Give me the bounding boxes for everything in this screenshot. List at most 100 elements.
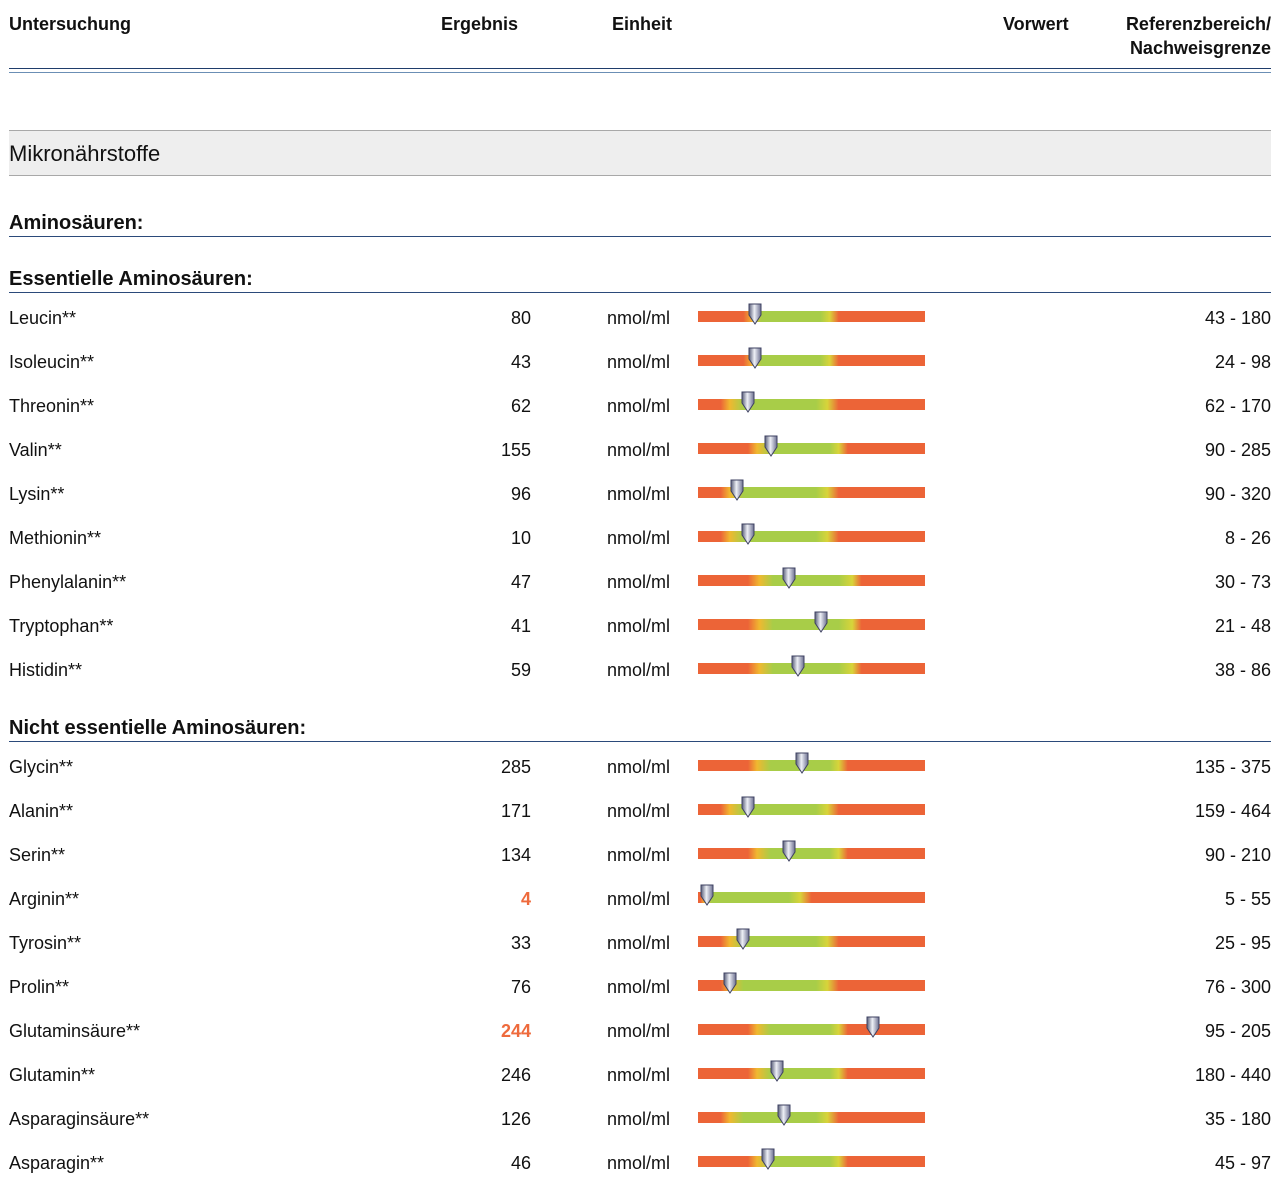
- row-unit: nmol/ml: [607, 440, 671, 460]
- reference-bar: [698, 435, 925, 457]
- row-test-name: Glutaminsäure**: [9, 1021, 141, 1041]
- row-unit: nmol/ml: [607, 757, 671, 777]
- row-test-name: Arginin**: [9, 889, 80, 909]
- header-col-ref-line1: Referenzbereich/: [1125, 14, 1271, 34]
- table-row: Histidin** 59 nmol/ml 38 - 86: [0, 651, 1281, 695]
- row-result-value: 41: [510, 616, 531, 636]
- result-marker-icon: [791, 655, 805, 677]
- row-result-value: 285: [500, 757, 531, 777]
- result-marker-icon: [741, 796, 755, 818]
- table-row: Glutaminsäure** 244 nmol/ml 95 - 205: [0, 1012, 1281, 1056]
- group-nonessential: Nicht essentielle Aminosäuren:: [9, 717, 1271, 742]
- row-reference-range: 95 - 205: [1204, 1021, 1271, 1041]
- row-test-name: Tyrosin**: [9, 933, 82, 953]
- row-test-name: Asparagin**: [9, 1153, 105, 1173]
- result-marker-icon: [748, 303, 762, 325]
- row-reference-range: 43 - 180: [1204, 308, 1271, 328]
- header-rule-secondary: [9, 72, 1271, 73]
- result-marker-icon: [777, 1104, 791, 1126]
- group-aminos: Aminosäuren:: [9, 212, 1271, 237]
- reference-bar: [698, 567, 925, 589]
- row-test-name: Valin**: [9, 440, 62, 460]
- table-row: Arginin** 4 nmol/ml 5 - 55: [0, 880, 1281, 924]
- row-test-name: Serin**: [9, 845, 66, 865]
- row-test-name: Glutamin**: [9, 1065, 96, 1085]
- reference-bar: [698, 523, 925, 545]
- row-reference-range: 8 - 26: [1224, 528, 1271, 548]
- row-result-value: 43: [510, 352, 531, 372]
- row-test-name: Histidin**: [9, 660, 83, 680]
- row-reference-range: 159 - 464: [1194, 801, 1271, 821]
- group-aminos-label: Aminosäuren:: [9, 212, 144, 234]
- row-reference-range: 45 - 97: [1214, 1153, 1271, 1173]
- group-essential-label: Essentielle Aminosäuren:: [9, 268, 253, 290]
- reference-bar: [698, 391, 925, 413]
- row-reference-range: 90 - 320: [1204, 484, 1271, 504]
- row-result-value: 96: [510, 484, 531, 504]
- reference-bar: [698, 752, 925, 774]
- row-unit: nmol/ml: [607, 977, 671, 997]
- row-result-value: 59: [510, 660, 531, 680]
- result-marker-icon: [764, 435, 778, 457]
- row-result-value: 76: [510, 977, 531, 997]
- table-row: Lysin** 96 nmol/ml 90 - 320: [0, 475, 1281, 519]
- row-test-name: Threonin**: [9, 396, 95, 416]
- row-unit: nmol/ml: [607, 308, 671, 328]
- row-test-name: Lysin**: [9, 484, 65, 504]
- section-band: Mikronährstoffe: [9, 130, 1271, 176]
- row-reference-range: 62 - 170: [1204, 396, 1271, 416]
- row-reference-range: 180 - 440: [1194, 1065, 1271, 1085]
- header-col-ref: Referenzbereich/ Nachweisgrenze: [1126, 12, 1271, 60]
- result-marker-icon: [736, 928, 750, 950]
- table-row: Tryptophan** 41 nmol/ml 21 - 48: [0, 607, 1281, 651]
- row-unit: nmol/ml: [607, 1109, 671, 1129]
- row-test-name: Leucin**: [9, 308, 77, 328]
- row-reference-range: 90 - 285: [1204, 440, 1271, 460]
- row-result-value: 155: [500, 440, 531, 460]
- row-unit: nmol/ml: [607, 484, 671, 504]
- result-marker-icon: [748, 347, 762, 369]
- reference-bar: [698, 1104, 925, 1126]
- row-result-value: 33: [510, 933, 531, 953]
- result-marker-icon: [782, 840, 796, 862]
- result-marker-icon: [741, 391, 755, 413]
- reference-bar: [698, 1060, 925, 1082]
- group-essential: Essentielle Aminosäuren:: [9, 268, 1271, 293]
- reference-bar: [698, 303, 925, 325]
- result-marker-icon: [761, 1148, 775, 1170]
- row-reference-range: 25 - 95: [1214, 933, 1271, 953]
- table-row: Glycin** 285 nmol/ml 135 - 375: [0, 748, 1281, 792]
- reference-bar: [698, 840, 925, 862]
- result-marker-icon: [730, 479, 744, 501]
- row-test-name: Prolin**: [9, 977, 70, 997]
- row-unit: nmol/ml: [607, 352, 671, 372]
- row-test-name: Methionin**: [9, 528, 102, 548]
- reference-bar: [698, 611, 925, 633]
- row-test-name: Tryptophan**: [9, 616, 114, 636]
- header-col-unit: Einheit: [612, 14, 673, 34]
- row-reference-range: 76 - 300: [1204, 977, 1271, 997]
- result-marker-icon: [795, 752, 809, 774]
- header-col-ref-line2: Nachweisgrenze: [1129, 38, 1271, 58]
- row-unit: nmol/ml: [607, 616, 671, 636]
- result-marker-icon: [700, 884, 714, 906]
- row-result-value: 4: [520, 889, 531, 909]
- row-result-value: 134: [500, 845, 531, 865]
- reference-bar: [698, 479, 925, 501]
- row-result-value: 80: [510, 308, 531, 328]
- row-reference-range: 24 - 98: [1214, 352, 1271, 372]
- result-marker-icon: [782, 567, 796, 589]
- header-col-result: Ergebnis: [441, 14, 519, 34]
- table-row: Alanin** 171 nmol/ml 159 - 464: [0, 792, 1281, 836]
- result-marker-icon: [770, 1060, 784, 1082]
- row-reference-range: 21 - 48: [1214, 616, 1271, 636]
- table-row: Valin** 155 nmol/ml 90 - 285: [0, 431, 1281, 475]
- header-rule: [9, 68, 1271, 69]
- row-unit: nmol/ml: [607, 1065, 671, 1085]
- row-reference-range: 5 - 55: [1224, 889, 1271, 909]
- reference-bar: [698, 972, 925, 994]
- header-col-test: Untersuchung: [9, 14, 132, 34]
- reference-bar: [698, 1148, 925, 1170]
- row-result-value: 246: [500, 1065, 531, 1085]
- row-unit: nmol/ml: [607, 845, 671, 865]
